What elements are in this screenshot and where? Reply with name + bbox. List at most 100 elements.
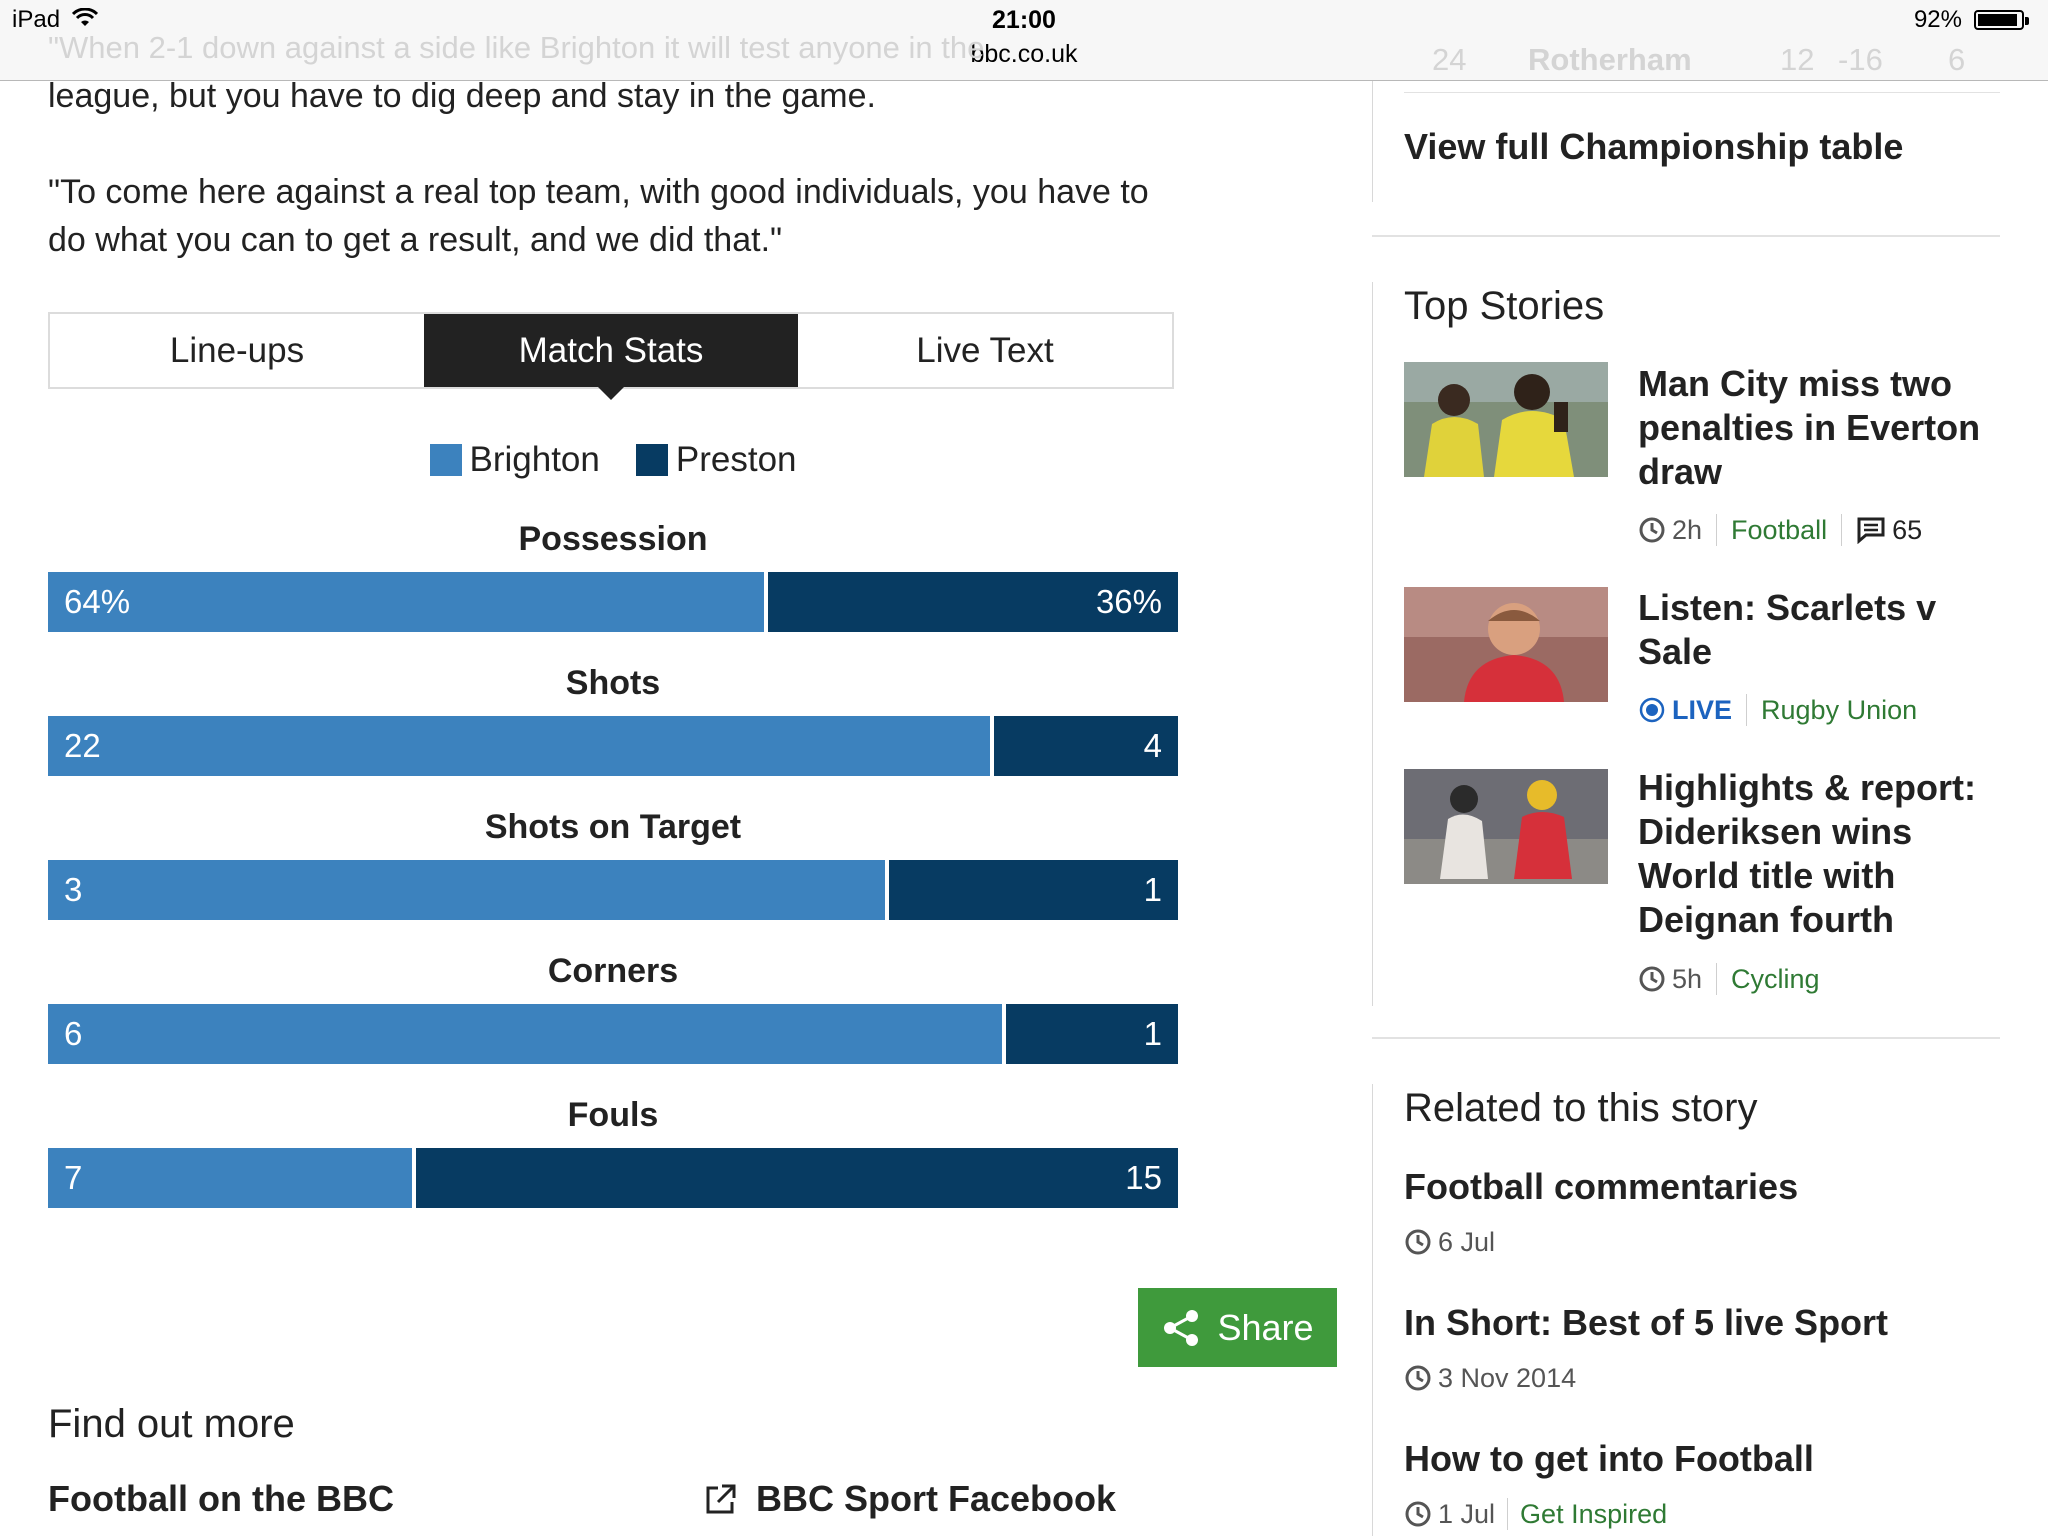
find-out-more-title: Find out more (48, 1402, 295, 1446)
story-thumbnail-rugby[interactable] (1404, 587, 1608, 702)
story-time: 5h (1672, 963, 1703, 994)
story-headline[interactable]: Man City miss two penalties in Everton d… (1638, 362, 2008, 494)
legend-away-swatch (635, 444, 668, 476)
battery-icon (1974, 10, 2029, 30)
stat-bar-home-segment: 6 (48, 1004, 1002, 1064)
stat-away-value: 1 (1143, 871, 1162, 908)
story-meta: 2h Football 65 (1638, 512, 1922, 548)
stat-away-value: 36% (1095, 583, 1162, 620)
table-row-team: Rotherham (1528, 42, 1692, 77)
stat-home-value: 22 (64, 727, 101, 764)
stat-bar-shots: 22 4 (48, 716, 1178, 776)
table-row-points: 6 (1948, 42, 1966, 77)
stat-title-possession: Possession (518, 520, 708, 558)
tab-match-stats[interactable]: Match Stats (424, 314, 798, 400)
clock-icon (1639, 517, 1665, 543)
stat-bar-home-segment: 64% (48, 572, 765, 632)
stat-home-value: 3 (64, 871, 83, 908)
stat-home-value: 6 (64, 1015, 83, 1052)
bbc-sport-facebook-link[interactable]: BBC Sport Facebook (704, 1478, 1116, 1520)
tab-line-ups[interactable]: Line-ups (50, 314, 424, 387)
share-icon (1164, 1309, 1199, 1346)
live-badge: LIVE (1672, 694, 1733, 725)
legend-home-swatch (429, 444, 462, 476)
stat-bar-home-segment: 7 (48, 1148, 413, 1208)
stat-bar-away-segment: 1 (888, 860, 1178, 920)
clock-icon (1405, 1229, 1431, 1255)
related-date: 1 Jul (1438, 1498, 1496, 1529)
related-meta: 1 Jul Get Inspired (1404, 1496, 1667, 1532)
story-headline[interactable]: Listen: Scarlets v Sale (1638, 586, 2008, 674)
share-button[interactable]: Share (1138, 1288, 1337, 1367)
related-headline[interactable]: How to get into Football (1404, 1438, 1814, 1480)
comment-count[interactable]: 65 (1892, 515, 1922, 546)
article-paragraph-quote: "To come here against a real top team, w… (48, 173, 1149, 259)
meta-separator (1507, 1498, 1509, 1530)
table-row-played: 12 (1780, 42, 1815, 77)
related-tag-link[interactable]: Get Inspired (1520, 1499, 1667, 1530)
related-meta: 6 Jul (1404, 1224, 1495, 1260)
sidebar-divider (1372, 1084, 1373, 1536)
stat-away-value: 4 (1143, 727, 1162, 764)
story-thumbnail-cycling[interactable] (1404, 769, 1608, 884)
view-full-table-link[interactable]: View full Championship table (1404, 126, 1903, 168)
stat-title-shots-on-target: Shots on Target (484, 808, 742, 846)
story-tag-link[interactable]: Cycling (1731, 964, 1820, 995)
sidebar-divider (1372, 80, 1373, 202)
stat-bar-shots-on-target: 3 1 (48, 860, 1178, 920)
stat-title-fouls: Fouls (567, 1096, 659, 1134)
clock-icon (1405, 1501, 1431, 1527)
section-divider (1372, 1037, 2000, 1039)
live-indicator-icon (1639, 697, 1665, 723)
stat-bar-away-segment: 1 (1005, 1004, 1178, 1064)
story-thumbnail-football[interactable] (1404, 362, 1608, 477)
story-meta: 5h Cycling (1638, 961, 1820, 997)
story-tag-link[interactable]: Football (1731, 515, 1827, 546)
football-on-the-bbc-link[interactable]: Football on the BBC (48, 1478, 394, 1520)
stat-title-shots: Shots (565, 664, 661, 702)
stat-bar-fouls: 7 15 (48, 1148, 1178, 1208)
story-headline[interactable]: Highlights & report: Dideriksen wins Wor… (1638, 766, 2008, 942)
story-time: 2h (1672, 514, 1703, 545)
share-label: Share (1217, 1306, 1314, 1348)
related-headline[interactable]: In Short: Best of 5 live Sport (1404, 1302, 1888, 1344)
legend-away: Preston (635, 440, 797, 480)
story-tag-link[interactable]: Rugby Union (1761, 695, 1917, 726)
legend-away-label: Preston (675, 440, 797, 479)
clock-icon (1639, 966, 1665, 992)
related-headline[interactable]: Football commentaries (1404, 1166, 1798, 1208)
comments-icon (1857, 517, 1885, 544)
legend-home: Brighton (429, 440, 600, 480)
section-divider (1372, 235, 2000, 237)
story-meta: LIVE Rugby Union (1638, 692, 1917, 728)
related-meta: 3 Nov 2014 (1404, 1360, 1576, 1396)
stat-home-value: 64% (64, 583, 131, 620)
table-bottom-rule (1404, 92, 2000, 93)
stat-bar-away-segment: 36% (768, 572, 1178, 632)
meta-separator (1716, 963, 1718, 995)
stat-bar-away-segment: 15 (416, 1148, 1178, 1208)
related-date: 3 Nov 2014 (1438, 1362, 1577, 1393)
stat-home-value: 7 (64, 1159, 83, 1196)
battery-percent: 92% (1913, 6, 1962, 33)
top-stories-title: Top Stories (1404, 284, 1605, 328)
stat-bar-away-segment: 4 (993, 716, 1178, 776)
stat-title-corners: Corners (547, 952, 679, 990)
stat-bar-home-segment: 3 (48, 860, 885, 920)
stat-bar-home-segment: 22 (48, 716, 990, 776)
meta-separator (1716, 514, 1718, 546)
stat-bar-possession: 64% 36% (48, 572, 1178, 632)
tab-live-text[interactable]: Live Text (798, 314, 1172, 387)
external-link-icon (706, 1484, 736, 1514)
clock-icon (1405, 1365, 1431, 1391)
scrolled-quote-text: "When 2-1 down against a side like Brigh… (48, 30, 985, 65)
stats-legend: Brighton Preston (48, 440, 1178, 480)
sidebar-divider (1372, 282, 1373, 1006)
stat-away-value: 1 (1143, 1015, 1162, 1052)
table-row-goal-difference: -16 (1838, 42, 1883, 77)
stat-bar-corners: 6 1 (48, 1004, 1178, 1064)
match-tabs: Line-ups Match Stats Live Text (48, 312, 1174, 400)
legend-home-label: Brighton (469, 440, 600, 479)
meta-separator (1841, 514, 1843, 546)
bbc-sport-facebook-label: BBC Sport Facebook (756, 1478, 1117, 1519)
